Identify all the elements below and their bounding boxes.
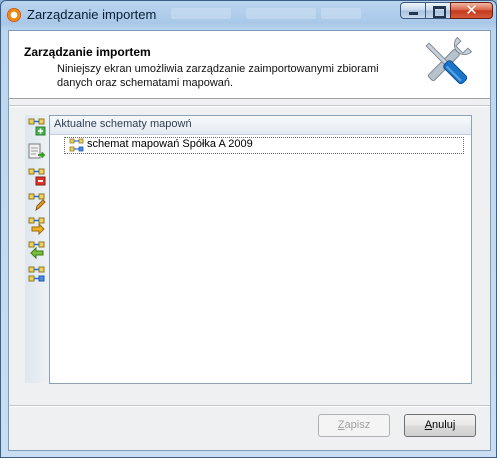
dialog-header: Zarządzanie importem Niniejszy ekran umo… (9, 31, 490, 99)
edit-schema-icon (28, 193, 46, 212)
schema-toolbar (25, 115, 49, 383)
add-schema-button[interactable] (27, 117, 47, 137)
dialog-window: Zarządzanie importem ✕ Zarządzanie impor… (0, 0, 497, 458)
delete-schema-button[interactable] (27, 167, 47, 187)
app-icon (7, 8, 21, 22)
mapping-schemas-panel: Aktualne schematy mapowń schemat mapowań… (49, 115, 472, 384)
footer-separator (9, 405, 490, 407)
header-description: Niniejszy ekran umożliwia zarządzanie za… (57, 63, 379, 89)
save-button[interactable]: Zapisz (318, 414, 390, 437)
dialog-client-area: Zarządzanie importem Niniejszy ekran umo… (8, 30, 491, 451)
header-separator (9, 105, 490, 107)
header-title: Zarządzanie importem (24, 45, 151, 59)
cancel-button[interactable]: Anuluj (404, 414, 476, 437)
add-schema-icon (28, 118, 46, 136)
background-window-ghost (321, 8, 361, 19)
import-schema-icon (28, 143, 46, 159)
title-bar[interactable]: Zarządzanie importem ✕ (1, 1, 496, 29)
move-left-button[interactable] (27, 240, 47, 260)
move-left-icon (28, 241, 45, 260)
close-button[interactable]: ✕ (450, 1, 493, 19)
maximize-button[interactable] (425, 2, 451, 19)
schema-icon (69, 138, 84, 152)
delete-schema-icon (28, 168, 46, 186)
save-button-label: apisz (344, 419, 371, 431)
cancel-button-label: nuluj (432, 419, 456, 431)
tree-item[interactable]: schemat mapowań Spółka A 2009 (64, 137, 464, 154)
panel-header: Aktualne schematy mapowń (50, 116, 471, 135)
maximize-icon (433, 6, 446, 18)
minimize-icon (409, 12, 418, 15)
minimize-button[interactable] (400, 2, 426, 19)
import-schema-button[interactable] (27, 142, 47, 162)
move-right-button[interactable] (27, 216, 47, 236)
edit-schema-button[interactable] (27, 192, 47, 212)
tree-item-label: schemat mapowań Spółka A 2009 (87, 138, 253, 150)
schema-properties-icon (28, 266, 45, 282)
close-icon: ✕ (465, 1, 478, 19)
move-right-icon (28, 217, 45, 236)
panel-header-label: Aktualne schematy mapowń (54, 118, 192, 130)
tools-icon (425, 36, 473, 85)
cancel-button-mnemonic: A (424, 419, 433, 431)
window-title: Zarządzanie importem (27, 7, 157, 22)
background-window-ghost (246, 8, 316, 19)
background-window-ghost (171, 8, 231, 19)
schema-properties-button[interactable] (27, 265, 47, 285)
save-button-mnemonic: Z (337, 419, 345, 431)
